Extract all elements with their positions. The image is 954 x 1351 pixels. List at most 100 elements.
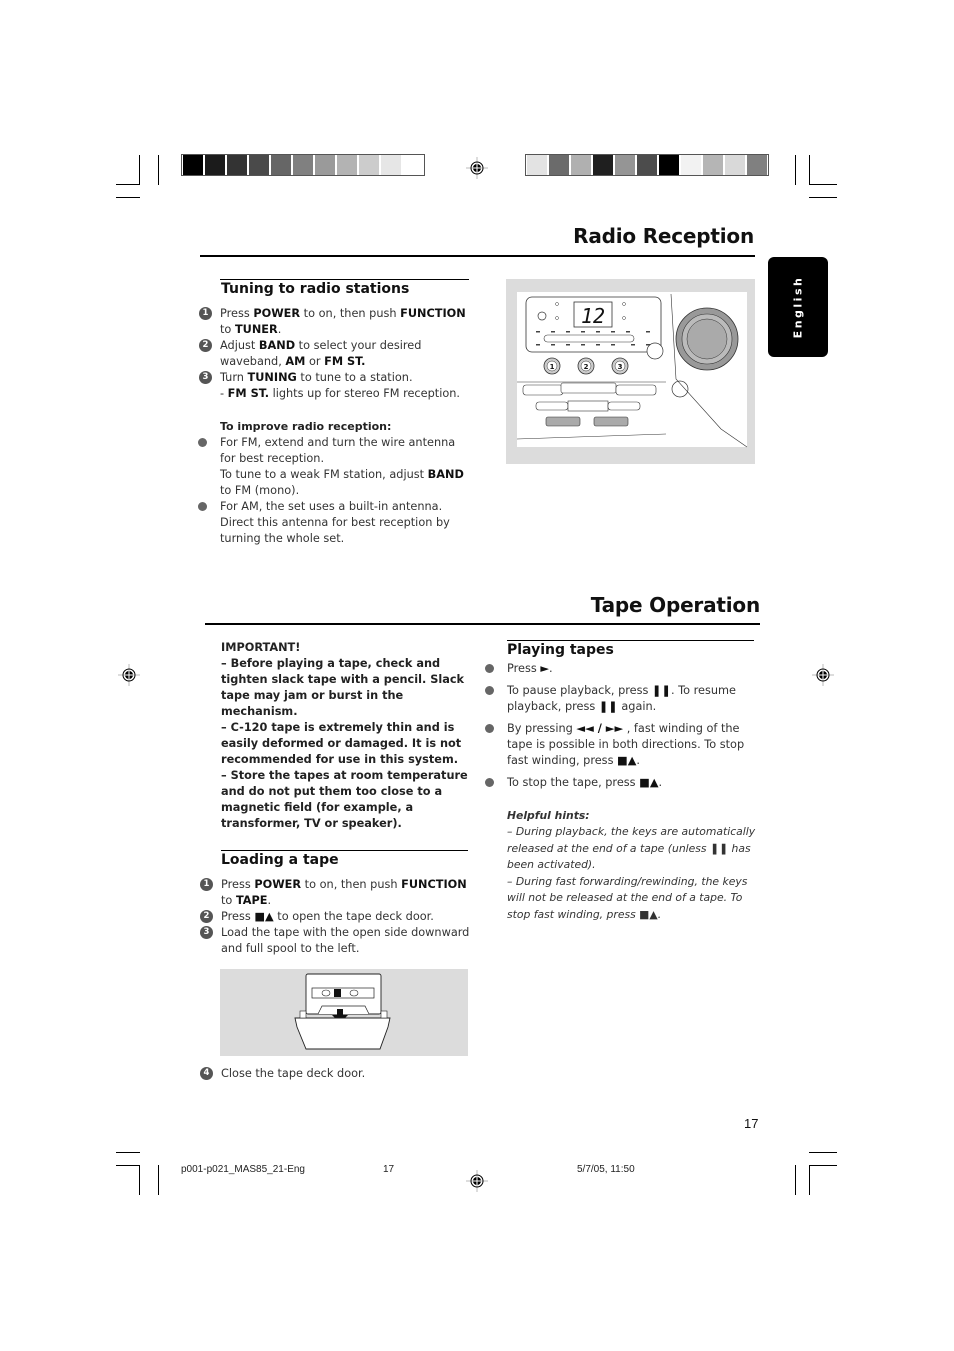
crop-mark — [139, 155, 140, 185]
text-run: . — [636, 754, 641, 767]
emphasis-text: TUNING — [247, 371, 297, 384]
step-number-icon: 3 — [199, 371, 212, 384]
crop-mark — [116, 197, 140, 198]
bullet-item: To stop the tape, press ■▲. — [485, 775, 757, 791]
emphasis-text: FUNCTION — [400, 307, 466, 320]
text-run: to — [220, 323, 235, 336]
subsection-title-playing: Playing tapes — [507, 642, 614, 658]
important-heading: IMPORTANT! — [221, 641, 301, 654]
crop-mark — [139, 1165, 140, 1195]
emphasis-text: ■▲ — [617, 754, 637, 767]
preset-1: 1 — [550, 363, 555, 371]
color-swatch — [183, 155, 203, 175]
hints-heading: Helpful hints: — [507, 809, 590, 822]
bullet-icon — [485, 778, 494, 787]
bullet-icon — [485, 724, 494, 733]
color-swatch — [725, 155, 745, 175]
emphasis-text: FM ST. — [227, 387, 269, 400]
text-run: or — [305, 355, 325, 368]
subsection-rule — [507, 640, 754, 641]
footer-page: 17 — [383, 1164, 395, 1175]
emphasis-text: ❚❚ — [710, 841, 729, 855]
color-swatch — [593, 155, 613, 175]
emphasis-text: BAND — [258, 339, 296, 352]
text-run: – During fast forwarding/rewinding, the … — [507, 874, 748, 921]
text-run: By pressing — [507, 722, 577, 735]
cassette-illustration — [220, 969, 468, 1056]
language-tab: English — [768, 257, 828, 357]
color-swatch — [703, 155, 723, 175]
bullet-item: To pause playback, press ❚❚. To resume p… — [485, 683, 757, 715]
text-run: to — [221, 894, 236, 907]
important-notes: – Before playing a tape, check and tight… — [221, 656, 471, 832]
crop-mark — [158, 155, 159, 185]
text-run: to on, then push — [300, 307, 401, 320]
color-swatch — [337, 155, 357, 175]
section-title-tape: Tape Operation — [590, 593, 760, 617]
text-run: . — [658, 776, 663, 789]
bullet-item: By pressing ◄◄ / ►► , fast winding of th… — [485, 721, 757, 769]
numbered-step: 1 Press POWER to on, then push FUNCTION t… — [199, 306, 472, 338]
text-run: to on, then push — [301, 878, 402, 891]
bullet-item: Press ►. — [485, 661, 757, 677]
text-run: Press — [220, 307, 254, 320]
radio-illustration: 12 1 2 3 — [506, 279, 755, 464]
crop-mark — [795, 1165, 796, 1195]
fm-st-note: - FM ST. lights up for stereo FM recepti… — [220, 386, 472, 402]
color-swatch — [403, 155, 423, 175]
emphasis-text: ❚❚ — [652, 684, 671, 697]
subsection-title-tuning: Tuning to radio stations — [221, 281, 410, 297]
color-swatch — [271, 155, 291, 175]
numbered-step: 3 Load the tape with the open side downwa… — [200, 925, 471, 957]
playing-bullets: Press ►. To pause playback, press ❚❚. To … — [485, 661, 757, 797]
page-number: 17 — [744, 1116, 759, 1131]
hint-item: – During fast forwarding/rewinding, the … — [507, 874, 757, 924]
numbered-step: 2 Press ■▲ to open the tape deck door. — [200, 909, 471, 925]
radio-front-panel-icon: 12 1 2 3 — [516, 292, 748, 448]
footer-datetime: 5/7/05, 11:50 — [577, 1164, 635, 1175]
emphasis-text: AM — [285, 355, 306, 368]
crop-mark — [116, 184, 140, 185]
crop-mark — [809, 197, 837, 198]
important-item: – Before playing a tape, check and tight… — [221, 657, 465, 718]
numbered-step: 1 Press POWER to on, then push FUNCTION t… — [200, 877, 471, 909]
cassette-loading-icon — [294, 973, 391, 1050]
step-number-icon: 2 — [200, 910, 213, 923]
step-number-icon: 2 — [199, 339, 212, 352]
language-label: English — [791, 275, 805, 339]
helpful-hints: – During playback, the keys are automati… — [507, 824, 757, 923]
footer-filename: p001-p021_MAS85_21-Eng — [181, 1164, 305, 1175]
registration-mark-icon — [466, 1170, 488, 1192]
numbered-step: 4 Close the tape deck door. — [200, 1066, 471, 1082]
text-run: Turn — [220, 371, 248, 384]
color-swatch — [681, 155, 701, 175]
text-run: To pause playback, press — [507, 684, 652, 697]
improve-heading: To improve radio reception: — [220, 420, 392, 433]
bullet-icon — [198, 438, 207, 447]
emphasis-text: POWER — [254, 878, 302, 891]
bullet-item: For FM, extend and turn the wire antenna… — [198, 435, 470, 499]
emphasis-text: FM ST. — [324, 355, 366, 368]
text-run: Adjust — [220, 339, 259, 352]
important-item: – C-120 tape is extremely thin and is ea… — [221, 721, 462, 766]
emphasis-text: ■▲ — [639, 907, 658, 921]
text-run: . — [549, 662, 553, 675]
crop-mark — [809, 184, 837, 185]
step-number-icon: 4 — [200, 1067, 213, 1080]
emphasis-text: FUNCTION — [401, 878, 467, 891]
crop-mark — [809, 1152, 837, 1153]
preset-2: 2 — [584, 363, 589, 371]
color-swatch — [637, 155, 657, 175]
important-item: – Store the tapes at room temperature an… — [221, 769, 468, 830]
emphasis-text: ► — [540, 662, 550, 675]
emphasis-text: ◄◄ / ►► — [576, 722, 624, 735]
color-swatch — [205, 155, 225, 175]
numbered-step: 3 Turn TUNING to tune to a station. — [199, 370, 472, 386]
section-title-radio: Radio Reception — [573, 224, 754, 248]
text-run: For FM, extend and turn the wire antenna… — [220, 436, 456, 465]
color-calibration-bar — [525, 154, 769, 176]
section-rule — [205, 623, 760, 625]
text-run: Press — [221, 910, 255, 923]
improve-bullets: For FM, extend and turn the wire antenna… — [198, 435, 470, 547]
emphasis-text: BAND — [427, 468, 464, 481]
